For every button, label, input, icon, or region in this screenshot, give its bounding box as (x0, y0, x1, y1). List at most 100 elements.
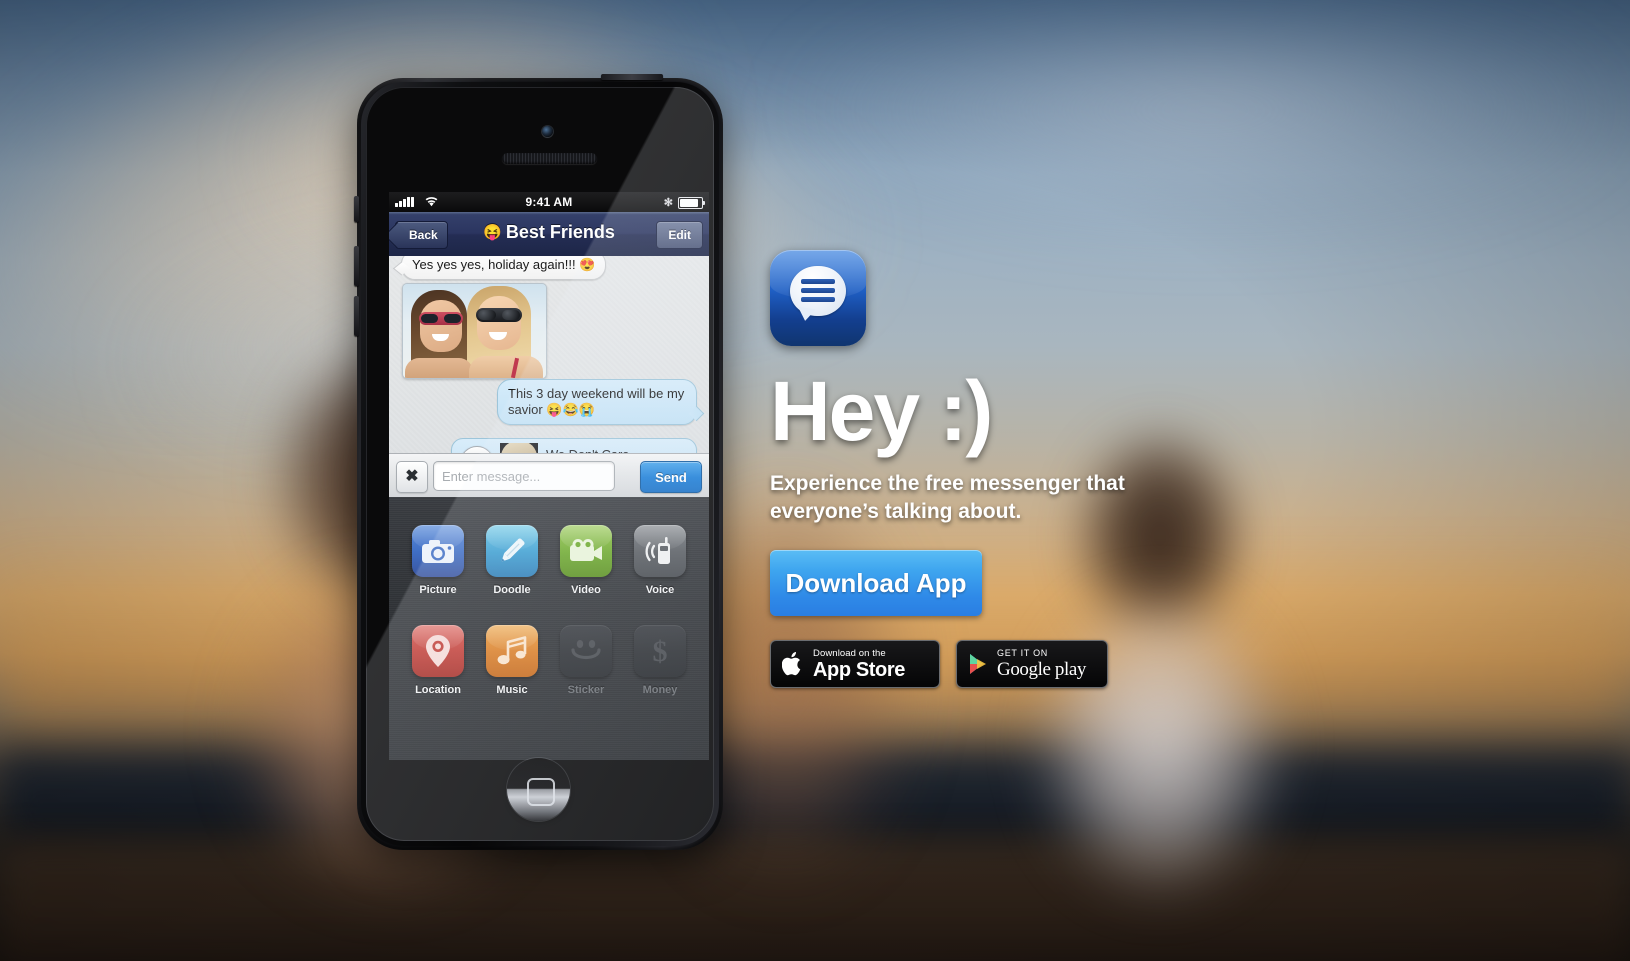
edit-button-label: Edit (668, 228, 691, 242)
navigation-bar: Back 😝 Best Friends Edit (389, 212, 709, 257)
google-play-big-label: Google play (997, 659, 1086, 681)
volume-down-button[interactable] (354, 296, 359, 336)
sticker-glyph (560, 625, 612, 677)
home-button[interactable] (507, 758, 570, 821)
play-icon[interactable] (460, 446, 494, 453)
silent-switch[interactable] (354, 196, 359, 222)
attachment-location[interactable]: Location (412, 625, 464, 696)
attachment-music[interactable]: Music (486, 625, 538, 696)
photo-person-face (477, 296, 521, 350)
attachment-row: Picture Doodle Video Voice (389, 525, 709, 596)
earpiece-speaker (502, 153, 597, 164)
svg-text:$: $ (653, 635, 668, 668)
attachment-doodle[interactable]: Doodle (486, 525, 538, 596)
iphone-mockup: 9:41 AM ✻ Back 😝 Best Friends Edit Yes y… (331, 74, 751, 888)
app-store-text: Download on the App Store (813, 649, 905, 681)
photo-sunglasses (419, 312, 463, 325)
download-app-label: Download App (785, 567, 967, 598)
title-text: Best Friends (505, 222, 615, 242)
message-input-bar: ✖ Enter message... Send (389, 453, 709, 499)
phone-screen: 9:41 AM ✻ Back 😝 Best Friends Edit Yes y… (389, 192, 709, 760)
title-emoji: 😝 (483, 224, 502, 241)
google-play-triangle-icon (970, 654, 986, 675)
photo-person-body (469, 356, 543, 378)
message-bubble-music[interactable]: HONEY BADGERS We Don't Care Honey Badger… (451, 438, 697, 453)
download-app-button[interactable]: Download App (770, 550, 982, 617)
photo-person-body (405, 358, 473, 378)
video-camera-icon (560, 525, 612, 577)
photo-sunglasses (476, 308, 522, 322)
store-badges: Download on the App Store GET IT ON Goog… (770, 640, 1230, 689)
money-glyph: $ (634, 625, 686, 677)
app-store-small-label: Download on the (813, 647, 886, 659)
back-button-label: Back (409, 228, 438, 242)
attachment-label: Doodle (493, 584, 531, 596)
attachment-label: Video (571, 584, 601, 596)
google-play-text: GET IT ON Google play (997, 648, 1086, 681)
message-bubble-outgoing[interactable]: This 3 day weekend will be my savior 😝😂😭 (497, 379, 705, 425)
send-button-label: Send (655, 469, 687, 485)
attachment-tray: Picture Doodle Video Voice Location Musi… (389, 497, 709, 760)
album-art: HONEY BADGERS (500, 443, 538, 453)
edit-button[interactable]: Edit (656, 221, 703, 249)
location-glyph (412, 625, 464, 677)
power-button[interactable] (601, 74, 663, 80)
message-input[interactable]: Enter message... (433, 461, 615, 491)
home-button-icon (526, 777, 555, 806)
front-camera-icon (542, 126, 553, 137)
app-store-badge[interactable]: Download on the App Store (770, 640, 940, 689)
volume-up-button[interactable] (354, 246, 359, 286)
page-title: Hey :) (770, 364, 993, 458)
message-input-placeholder: Enter message... (442, 468, 541, 484)
message-list[interactable]: Yes yes yes, holiday again!!! 😍 This 3 d… (389, 256, 709, 453)
attachment-label: Money (642, 684, 678, 696)
music-glyph (486, 625, 538, 677)
message-bubble-photo[interactable] (402, 283, 547, 379)
close-glyph: ✖ (405, 468, 419, 485)
status-bar-time: 9:41 AM (525, 195, 573, 209)
chat-bubble-app-icon (770, 250, 866, 346)
battery-icon (678, 197, 705, 209)
promo-panel: Hey :) Experience the free messenger tha… (770, 250, 1230, 689)
app-store-big-label: App Store (813, 659, 905, 682)
voice-glyph (634, 525, 686, 577)
attachment-voice[interactable]: Voice (634, 525, 686, 596)
photo-person-face (420, 300, 462, 352)
pencil-glyph (486, 525, 538, 577)
camera-glyph (412, 525, 464, 577)
apple-logo-icon (782, 652, 801, 676)
pencil-icon (486, 525, 538, 577)
dollar-icon: $ (634, 625, 686, 677)
music-note-icon (486, 625, 538, 677)
message-text: Yes yes yes, holiday again!!! 😍 (412, 257, 596, 272)
attachment-video[interactable]: Video (560, 525, 612, 596)
attachment-money[interactable]: $ Money (634, 625, 686, 696)
attachment-label: Picture (419, 584, 457, 596)
attachment-label: Music (496, 684, 528, 696)
bubble-line (801, 288, 835, 293)
attachment-label: Sticker (567, 684, 605, 696)
album-art-hair (501, 443, 537, 453)
send-button[interactable]: Send (640, 461, 702, 493)
speech-bubble-tail (796, 306, 816, 323)
close-icon[interactable]: ✖ (396, 461, 428, 493)
message-bubble-incoming[interactable]: Yes yes yes, holiday again!!! 😍 (392, 256, 607, 280)
attachment-picture[interactable]: Picture (412, 525, 464, 596)
attachment-label: Location (415, 684, 461, 696)
bubble-line (801, 297, 835, 302)
smiley-icon (560, 625, 612, 677)
ios-status-bar: 9:41 AM ✻ (389, 192, 709, 212)
message-text: This 3 day weekend will be my savior 😝😂😭 (508, 386, 685, 417)
attachment-label: Voice (645, 584, 675, 596)
attachment-sticker[interactable]: Sticker (560, 625, 612, 696)
walkie-talkie-icon (634, 525, 686, 577)
camera-icon (412, 525, 464, 577)
video-glyph (560, 525, 612, 577)
google-play-small-label: GET IT ON (997, 648, 1048, 659)
phone-front-face: 9:41 AM ✻ Back 😝 Best Friends Edit Yes y… (366, 87, 714, 841)
map-pin-icon (412, 625, 464, 677)
google-play-badge[interactable]: GET IT ON Google play (956, 640, 1108, 689)
tagline: Experience the free messenger that every… (770, 471, 1125, 524)
bubble-line (801, 279, 835, 284)
attachment-row: Location Music Sticker $ Money (389, 625, 709, 696)
